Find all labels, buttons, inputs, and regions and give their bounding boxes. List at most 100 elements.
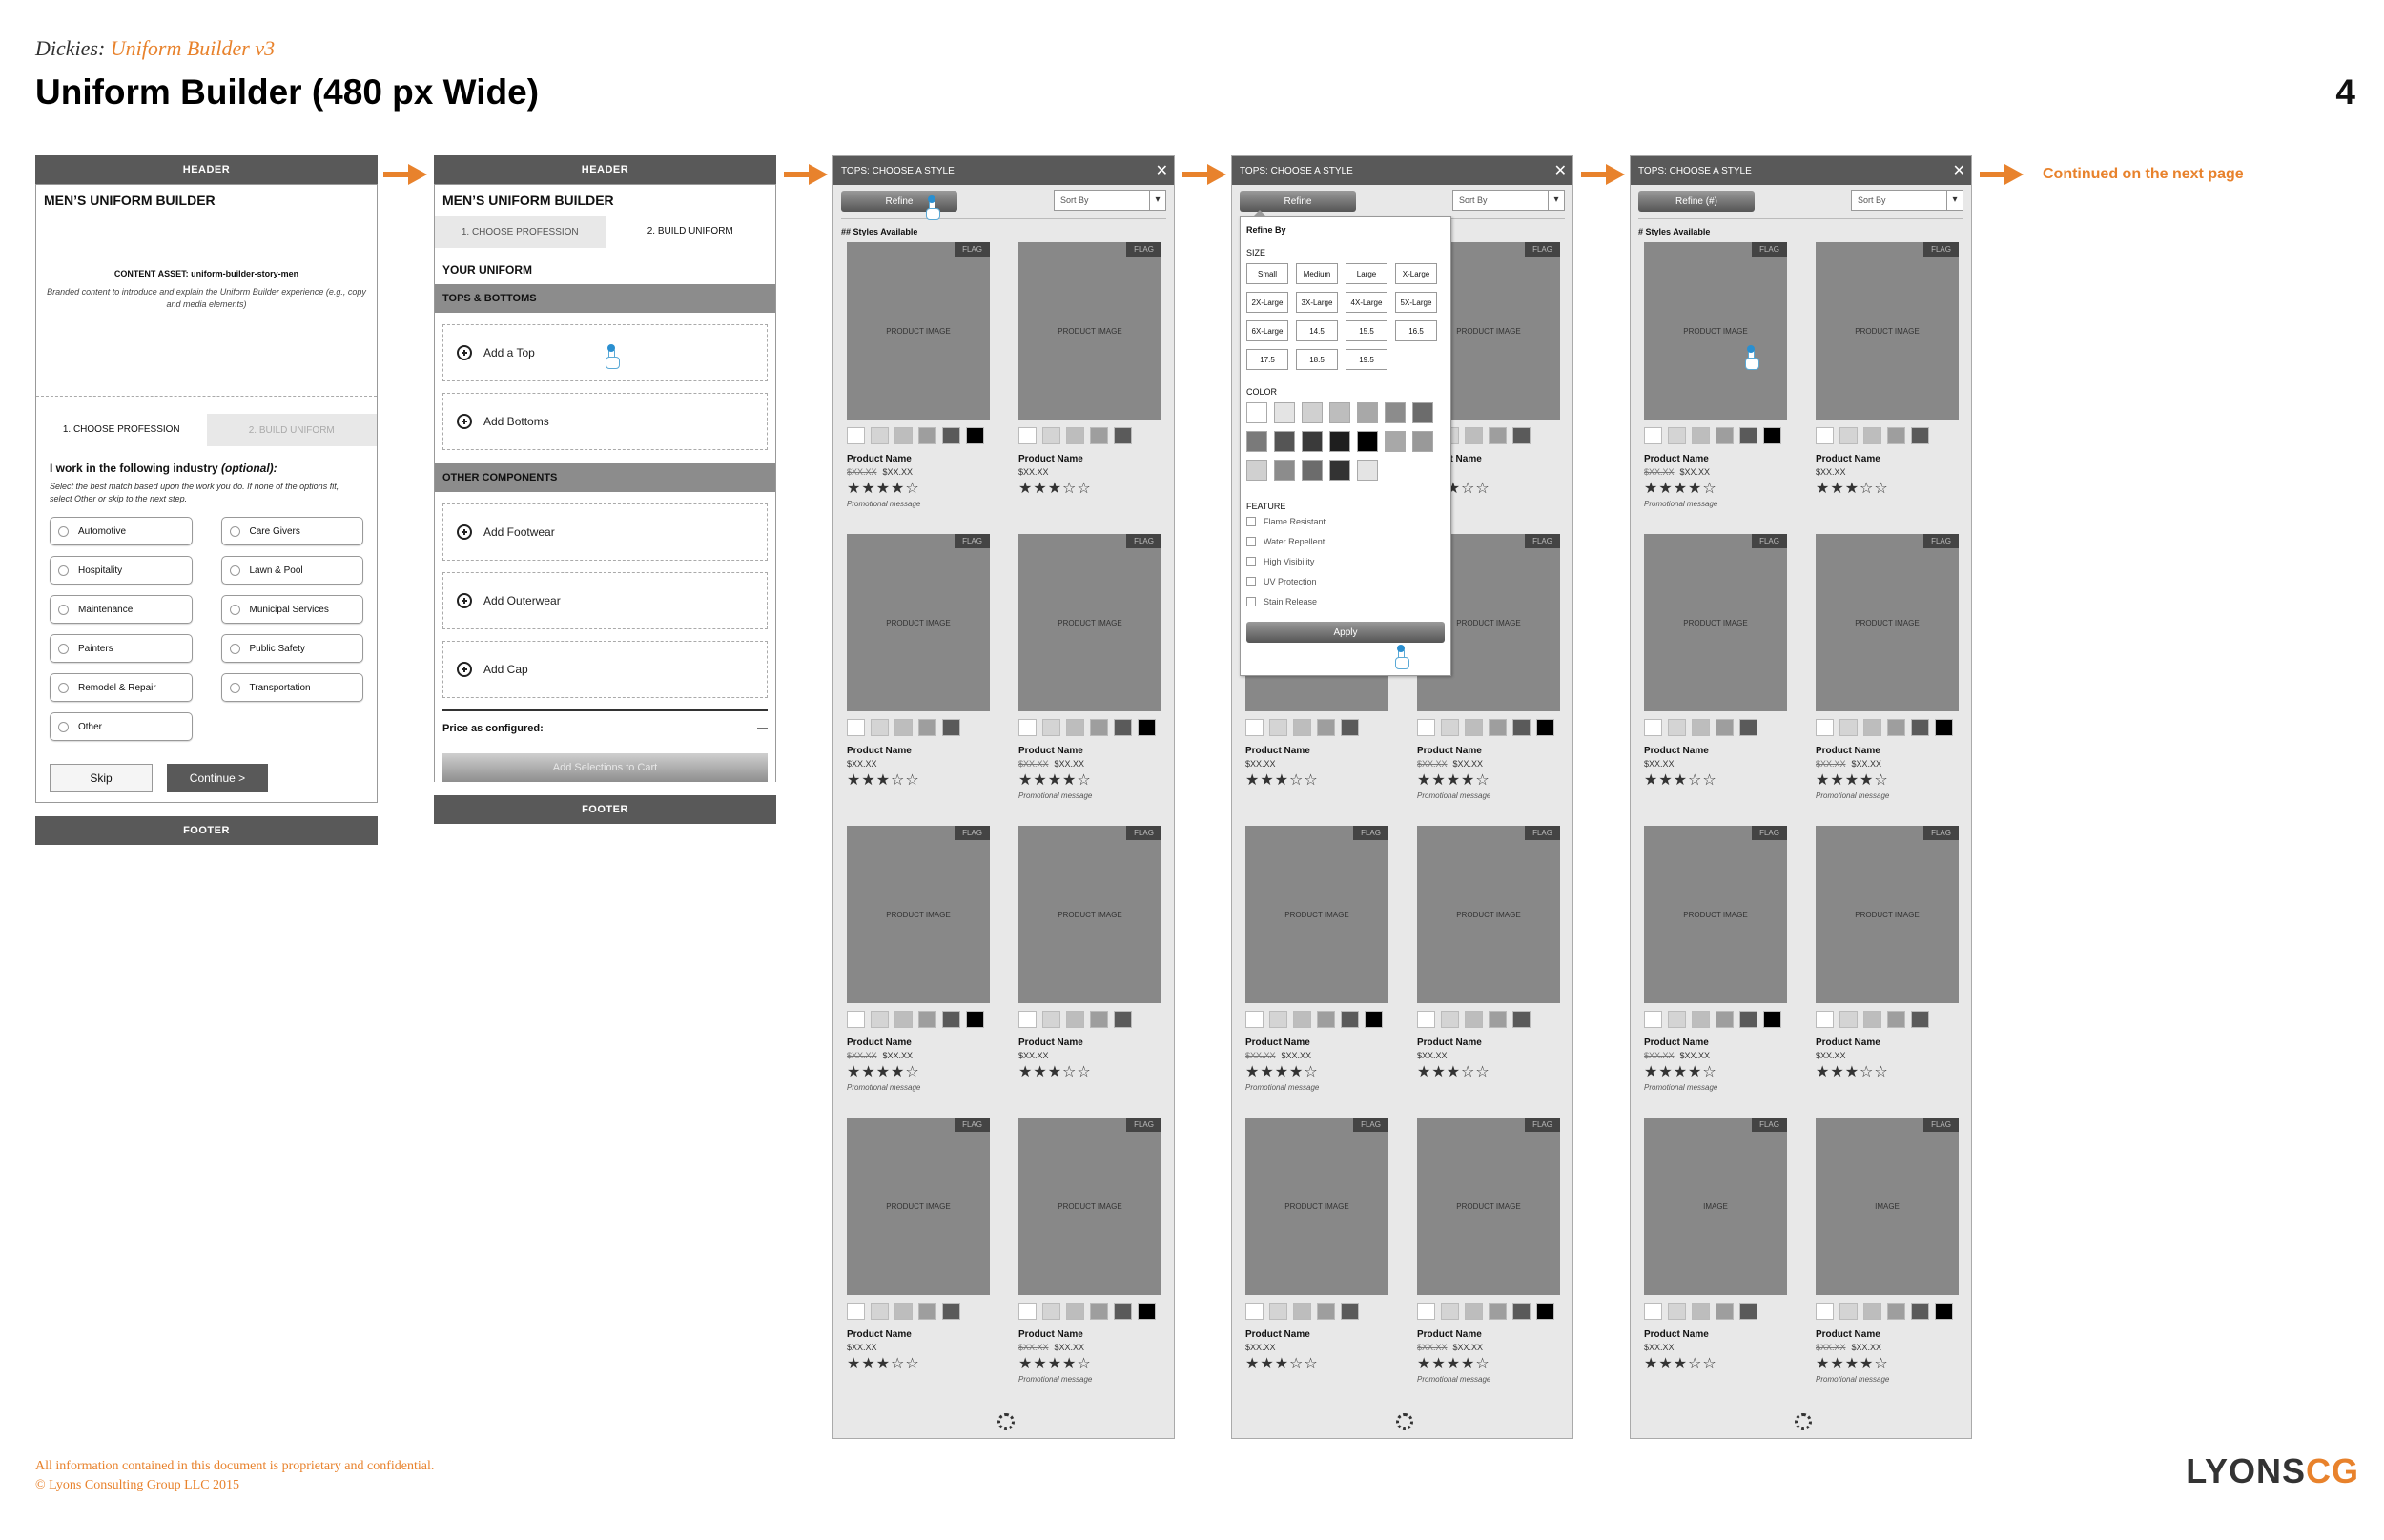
- product-image[interactable]: FLAGPRODUCT IMAGE: [1018, 1118, 1161, 1295]
- product-name[interactable]: Product Name: [1018, 454, 1161, 464]
- color-swatch[interactable]: [1365, 1011, 1383, 1028]
- size-option[interactable]: 6X-Large: [1246, 320, 1288, 341]
- color-swatch[interactable]: [1887, 719, 1905, 736]
- color-swatch[interactable]: [1245, 719, 1264, 736]
- color-swatch[interactable]: [1839, 1011, 1858, 1028]
- color-option[interactable]: [1302, 460, 1323, 481]
- feature-option[interactable]: Flame Resistant: [1246, 517, 1445, 526]
- close-icon[interactable]: ✕: [1554, 161, 1567, 180]
- product-name[interactable]: Product Name: [1644, 1329, 1787, 1340]
- add-to-cart-button[interactable]: Add Selections to Cart: [442, 753, 768, 782]
- color-swatch[interactable]: [1114, 427, 1132, 444]
- product-card[interactable]: FLAGPRODUCT IMAGE Product Name $XX.XX ★★★☆☆: [847, 534, 990, 826]
- size-option[interactable]: Large: [1346, 263, 1387, 284]
- color-swatch[interactable]: [918, 427, 936, 444]
- product-card[interactable]: FLAGPRODUCT IMAGE Product Name $XX.XX ★★★☆☆: [847, 1118, 990, 1409]
- color-swatch[interactable]: [871, 1303, 889, 1320]
- color-swatch[interactable]: [1066, 719, 1084, 736]
- product-card[interactable]: FLAGPRODUCT IMAGE Product Name $XX.XX ★★★☆☆: [1417, 826, 1560, 1118]
- color-swatch[interactable]: [1911, 719, 1929, 736]
- product-image[interactable]: FLAGPRODUCT IMAGE: [1018, 826, 1161, 1003]
- step-build-uniform[interactable]: 2. BUILD UNIFORM: [605, 216, 775, 248]
- color-option[interactable]: [1385, 402, 1406, 423]
- color-option[interactable]: [1274, 460, 1295, 481]
- color-option[interactable]: [1357, 431, 1378, 452]
- product-image[interactable]: FLAGPRODUCT IMAGE: [1018, 242, 1161, 420]
- color-swatch[interactable]: [1042, 1011, 1060, 1028]
- product-card[interactable]: FLAGPRODUCT IMAGE Product Name $XX.XX$XX.X…: [1816, 534, 1959, 826]
- color-swatch[interactable]: [1692, 427, 1710, 444]
- skip-button[interactable]: Skip: [50, 764, 153, 792]
- color-swatch[interactable]: [1644, 719, 1662, 736]
- color-swatch[interactable]: [1293, 1303, 1311, 1320]
- product-name[interactable]: Product Name: [1417, 1037, 1560, 1048]
- industry-option[interactable]: Automotive: [50, 517, 193, 545]
- color-swatch[interactable]: [1512, 719, 1531, 736]
- product-name[interactable]: Product Name: [847, 454, 990, 464]
- product-name[interactable]: Product Name: [1417, 746, 1560, 756]
- product-card[interactable]: FLAGPRODUCT IMAGE Product Name $XX.XX ★★★☆☆: [1816, 242, 1959, 534]
- color-swatch[interactable]: [1293, 719, 1311, 736]
- color-swatch[interactable]: [1716, 1011, 1734, 1028]
- size-option[interactable]: Small: [1246, 263, 1288, 284]
- step-choose-profession[interactable]: 1. CHOOSE PROFESSION: [435, 227, 606, 237]
- color-swatch[interactable]: [1042, 427, 1060, 444]
- color-option[interactable]: [1329, 460, 1350, 481]
- color-swatch[interactable]: [1441, 1303, 1459, 1320]
- feature-option[interactable]: UV Protection: [1246, 577, 1445, 586]
- product-card[interactable]: FLAGPRODUCT IMAGE Product Name $XX.XX ★★★☆☆: [1018, 242, 1161, 534]
- industry-option[interactable]: Municipal Services: [220, 595, 363, 624]
- product-name[interactable]: Product Name: [1816, 1037, 1959, 1048]
- color-swatch[interactable]: [1042, 1303, 1060, 1320]
- color-swatch[interactable]: [1887, 427, 1905, 444]
- product-card[interactable]: FLAG IMAGE Product Name $XX.XX ★★★☆☆: [1644, 1118, 1787, 1409]
- color-swatch[interactable]: [1489, 1303, 1507, 1320]
- product-image[interactable]: FLAGPRODUCT IMAGE: [1644, 534, 1787, 711]
- color-swatch[interactable]: [1269, 1011, 1287, 1028]
- color-option[interactable]: [1302, 402, 1323, 423]
- color-swatch[interactable]: [1816, 1303, 1834, 1320]
- product-name[interactable]: Product Name: [1816, 454, 1959, 464]
- industry-option[interactable]: Other: [50, 712, 193, 741]
- product-name[interactable]: Product Name: [1018, 746, 1161, 756]
- feature-option[interactable]: High Visibility: [1246, 557, 1445, 566]
- color-swatch[interactable]: [1018, 1303, 1037, 1320]
- color-swatch[interactable]: [1911, 1303, 1929, 1320]
- color-swatch[interactable]: [1839, 719, 1858, 736]
- color-swatch[interactable]: [1417, 1303, 1435, 1320]
- product-name[interactable]: Product Name: [1417, 1329, 1560, 1340]
- product-name[interactable]: Product Name: [1816, 1329, 1959, 1340]
- product-image[interactable]: FLAGPRODUCT IMAGE: [1816, 242, 1959, 420]
- size-option[interactable]: 4X-Large: [1346, 292, 1387, 313]
- color-swatch[interactable]: [1692, 1011, 1710, 1028]
- product-image[interactable]: FLAGPRODUCT IMAGE: [847, 534, 990, 711]
- close-icon[interactable]: ✕: [1156, 161, 1168, 180]
- product-image[interactable]: FLAGPRODUCT IMAGE: [847, 242, 990, 420]
- color-option[interactable]: [1412, 431, 1433, 452]
- color-swatch[interactable]: [1245, 1303, 1264, 1320]
- color-swatch[interactable]: [1668, 1303, 1686, 1320]
- color-swatch[interactable]: [1317, 719, 1335, 736]
- color-swatch[interactable]: [942, 719, 960, 736]
- color-swatch[interactable]: [1042, 719, 1060, 736]
- size-option[interactable]: 18.5: [1296, 349, 1338, 370]
- industry-option[interactable]: Maintenance: [50, 595, 193, 624]
- color-swatch[interactable]: [1441, 1011, 1459, 1028]
- color-swatch[interactable]: [1816, 1011, 1834, 1028]
- product-image[interactable]: FLAGPRODUCT IMAGE: [847, 826, 990, 1003]
- color-swatch[interactable]: [1816, 719, 1834, 736]
- product-name[interactable]: Product Name: [1018, 1037, 1161, 1048]
- product-card[interactable]: FLAGPRODUCT IMAGE Product Name $XX.XX ★★★☆☆: [1816, 826, 1959, 1118]
- color-swatch[interactable]: [894, 427, 913, 444]
- product-image[interactable]: FLAGPRODUCT IMAGE: [847, 1118, 990, 1295]
- color-swatch[interactable]: [1668, 1011, 1686, 1028]
- color-swatch[interactable]: [894, 1303, 913, 1320]
- size-option[interactable]: 5X-Large: [1395, 292, 1437, 313]
- color-swatch[interactable]: [1066, 1303, 1084, 1320]
- color-swatch[interactable]: [1863, 427, 1881, 444]
- color-swatch[interactable]: [1090, 1303, 1108, 1320]
- industry-option[interactable]: Transportation: [220, 673, 363, 702]
- size-option[interactable]: 3X-Large: [1296, 292, 1338, 313]
- size-option[interactable]: 17.5: [1246, 349, 1288, 370]
- color-swatch[interactable]: [1465, 1011, 1483, 1028]
